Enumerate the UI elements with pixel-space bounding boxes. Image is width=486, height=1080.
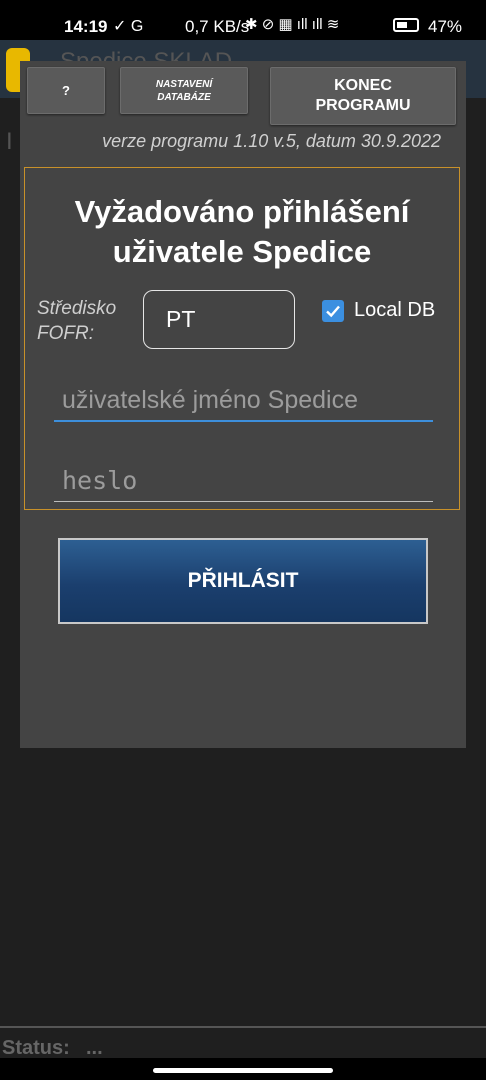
login-form-frame: Vyžadováno přihlášení uživatele Spedice … (24, 167, 460, 510)
background-text: I (6, 128, 13, 155)
database-settings-button[interactable]: NASTAVENÍ DATABÁZE (120, 67, 248, 114)
local-db-label: Local DB (354, 299, 436, 321)
center-label: Středisko FOFR: (37, 298, 117, 344)
version-text: verze programu 1.10 v.5, datum 30.9.2022 (102, 131, 441, 151)
battery-percent: 47% (428, 17, 463, 36)
notification-icons: ✓ G (113, 18, 144, 35)
password-input[interactable]: heslo (54, 460, 433, 502)
local-db-checkbox[interactable] (322, 300, 344, 322)
divider (0, 1026, 486, 1028)
login-dialog: ? NASTAVENÍ DATABÁZE KONEC PROGRAMU verz… (20, 61, 466, 748)
status-value: ... (86, 1037, 103, 1059)
battery-icon (393, 18, 419, 32)
signal-icons: ✱ ⊘ ▦ ıll ıll ≋ (245, 16, 340, 33)
center-input[interactable]: PT (143, 290, 295, 349)
home-gesture-handle[interactable] (153, 1068, 333, 1073)
login-title: Vyžadováno přihlášení uživatele Spedice (74, 194, 410, 269)
help-button[interactable]: ? (27, 67, 105, 114)
status-label: Status: (2, 1037, 70, 1059)
login-button[interactable]: PŘIHLÁSIT (58, 538, 428, 624)
exit-program-button[interactable]: KONEC PROGRAMU (270, 67, 456, 125)
username-input[interactable]: uživatelské jméno Spedice (54, 378, 433, 422)
network-speed: 0,7 KB/s (185, 17, 250, 36)
checkmark-icon (326, 305, 340, 318)
status-time: 14:19 (64, 17, 108, 36)
